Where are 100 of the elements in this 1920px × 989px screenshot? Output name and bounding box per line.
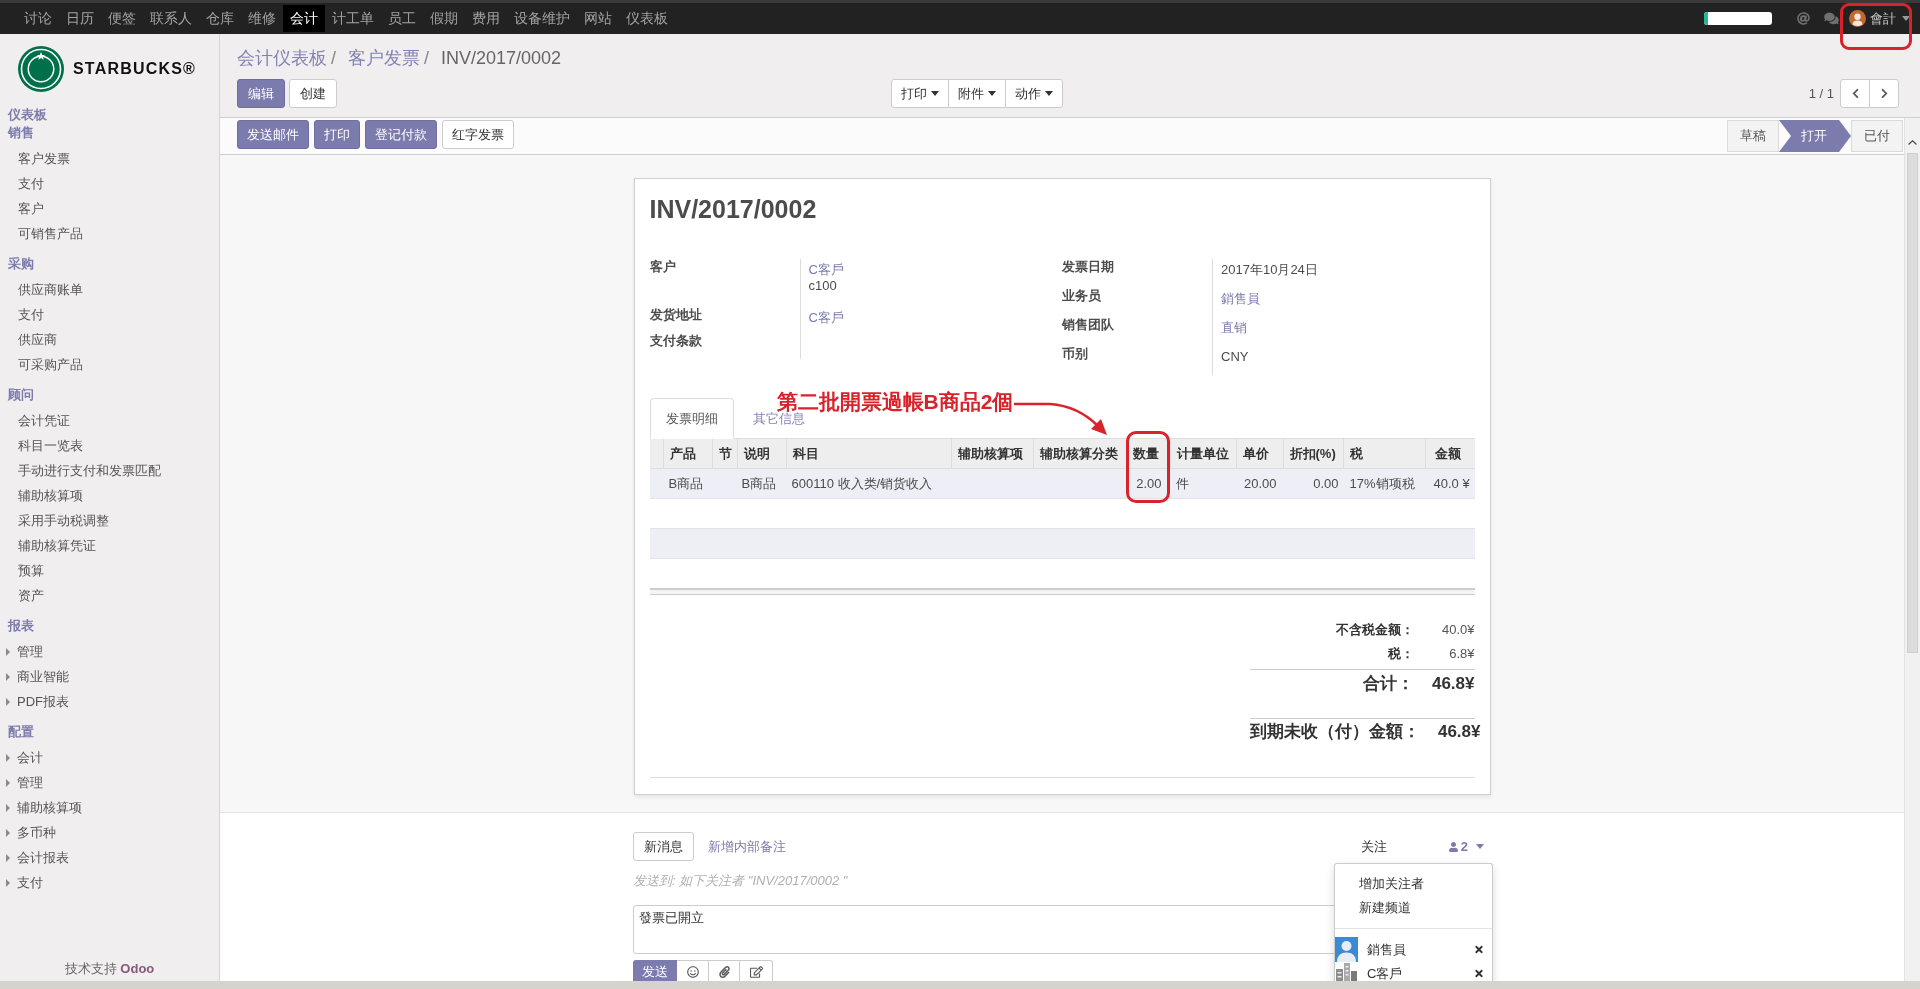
sidebar-item[interactable]: 客户发票 [0, 146, 219, 171]
sidebar-item[interactable]: 预算 [0, 558, 219, 583]
top-menu-item[interactable]: 仪表板 [619, 5, 675, 32]
field-link[interactable]: 銷售員 [1221, 291, 1260, 307]
sidebar-submenu-item[interactable]: PDF报表 [0, 689, 219, 714]
column-header[interactable]: 产品 [669, 443, 696, 464]
top-menu-item[interactable]: 假期 [423, 5, 465, 32]
sidebar-item[interactable]: 可采购产品 [0, 352, 219, 377]
field-value: CNY [1221, 349, 1249, 365]
sidebar-item[interactable]: 供应商 [0, 327, 219, 352]
sidebar-submenu-item[interactable]: 多币种 [0, 820, 219, 845]
scrollbar-thumb[interactable] [1907, 153, 1918, 653]
send-button[interactable]: 发送 [633, 960, 677, 981]
sidebar-item[interactable]: 资产 [0, 583, 219, 608]
dropdown-button[interactable]: 打印 [891, 79, 949, 108]
sidebar-submenu-item[interactable]: 商业智能 [0, 664, 219, 689]
table-cell-text: 17%销项税 [1349, 474, 1415, 493]
column-header[interactable]: 税 [1349, 443, 1363, 464]
edit-button[interactable]: 编辑 [237, 79, 285, 108]
sidebar-item[interactable]: 会计凭证 [0, 408, 219, 433]
chat-bubbles-icon[interactable] [1824, 12, 1839, 25]
status-step[interactable]: 已付 [1851, 120, 1903, 152]
field-link[interactable]: C客戶 [808, 262, 844, 278]
action-button[interactable]: 红字发票 [442, 120, 514, 149]
dropdown-button[interactable]: 动作 [1005, 79, 1063, 108]
new-message-button[interactable]: 新消息 [633, 832, 694, 861]
action-button[interactable]: 打印 [314, 120, 360, 149]
field-link[interactable]: C客戶 [808, 310, 844, 326]
dropdown-button[interactable]: 附件 [948, 79, 1006, 108]
total-value: 46.8¥ [1430, 673, 1475, 696]
sidebar-submenu-item[interactable]: 辅助核算项 [0, 795, 219, 820]
sidebar-item[interactable]: 手动进行支付和发票匹配 [0, 458, 219, 483]
top-menu-item[interactable]: 讨论 [17, 5, 59, 32]
sidebar-item[interactable]: 采用手动税调整 [0, 508, 219, 533]
sidebar-item[interactable]: 辅助核算项 [0, 483, 219, 508]
column-header[interactable]: 计量单位 [1176, 443, 1229, 464]
sidebar-submenu-item[interactable]: 会计报表 [0, 845, 219, 870]
remove-icon[interactable] [1475, 944, 1483, 955]
invoice-title: INV/2017/0002 [649, 194, 818, 224]
brand-name: STARBUCKS® [73, 59, 197, 79]
sidebar-heading[interactable]: 报表 [0, 617, 219, 635]
top-menu-item[interactable]: 联系人 [143, 5, 199, 32]
follower-name[interactable]: C客戶 [1367, 963, 1403, 981]
top-menu-item[interactable]: 网站 [577, 5, 619, 32]
tab[interactable]: 发票明细 [649, 398, 734, 439]
create-button[interactable]: 创建 [289, 79, 337, 108]
sidebar-submenu-item[interactable]: 会计 [0, 745, 219, 770]
dropdown-menu-item[interactable]: 增加关注者 [1335, 872, 1492, 896]
status-step[interactable]: 草稿 [1727, 120, 1779, 152]
at-sign-icon[interactable] [1797, 12, 1810, 25]
sidebar-item[interactable]: 科目一览表 [0, 433, 219, 458]
sidebar-item[interactable]: 客户 [0, 196, 219, 221]
sidebar-item[interactable]: 可销售产品 [0, 221, 219, 246]
followers-button[interactable]: 2 [1448, 836, 1484, 857]
sidebar-submenu-item[interactable]: 支付 [0, 870, 219, 895]
internal-note-link[interactable]: 新增内部备注 [708, 836, 786, 857]
column-header[interactable]: 单价 [1242, 443, 1269, 464]
powered-by-text: 技术支持 Odoo [64, 961, 155, 977]
scrollbar[interactable] [1904, 118, 1920, 981]
action-button[interactable]: 发送邮件 [237, 120, 309, 149]
table-row[interactable]: B商品 B商品 600110 收入类/销货收入 2.00 件 20.00 0.00 17%销项税 40.0 ¥ [649, 469, 1475, 499]
sidebar-item[interactable]: 支付 [0, 171, 219, 196]
column-header[interactable]: 说明 [743, 443, 770, 464]
sidebar-item[interactable]: 支付 [0, 302, 219, 327]
column-header[interactable]: 节 [718, 443, 732, 464]
top-menu-item[interactable]: 日历 [59, 5, 101, 32]
status-step[interactable]: 打开 [1779, 120, 1851, 152]
top-menu-item[interactable]: 员工 [381, 5, 423, 32]
column-header[interactable]: 科目 [792, 443, 819, 464]
column-header[interactable]: 金额 [1434, 443, 1461, 464]
user-menu-button[interactable]: 會計 [1849, 8, 1910, 29]
remove-icon[interactable] [1475, 968, 1483, 979]
sidebar-submenu-item[interactable]: 管理 [0, 639, 219, 664]
top-menu-item[interactable]: 维修 [241, 5, 283, 32]
top-menu-item[interactable]: 便签 [101, 5, 143, 32]
sidebar-item[interactable]: 辅助核算凭证 [0, 533, 219, 558]
sidebar-heading[interactable]: 配置 [0, 723, 219, 741]
column-header[interactable]: 辅助核算项 [957, 443, 1023, 464]
action-button[interactable]: 登记付款 [365, 120, 437, 149]
caret-right-icon [6, 697, 10, 706]
field-link[interactable]: 直销 [1221, 320, 1247, 336]
column-header[interactable]: 数量 [1132, 443, 1159, 464]
caret-down-icon [1045, 91, 1053, 96]
sidebar-submenu-item[interactable]: 管理 [0, 770, 219, 795]
top-menu-item[interactable]: 会计 [283, 5, 325, 32]
sidebar-heading[interactable]: 采购 [0, 255, 219, 273]
column-header[interactable]: 折扣(%) [1289, 443, 1336, 464]
top-menu-item[interactable]: 计工单 [325, 5, 381, 32]
top-menu-item[interactable]: 费用 [465, 5, 507, 32]
table-cell-text: 20.00 [1243, 474, 1277, 493]
top-menu-item[interactable]: 设备维护 [507, 5, 577, 32]
odoo-link[interactable]: Odoo [120, 961, 155, 976]
follow-button[interactable]: 关注 [1360, 836, 1387, 857]
table-cell-text: 件 [1175, 474, 1189, 493]
table-cell-text: B商品 [741, 474, 777, 493]
sidebar-item[interactable]: 供应商账单 [0, 277, 219, 302]
caret-right-icon [6, 778, 10, 787]
caret-right-icon [6, 853, 10, 862]
column-header[interactable]: 辅助核算分类 [1039, 443, 1118, 464]
top-menu-item[interactable]: 仓库 [199, 5, 241, 32]
